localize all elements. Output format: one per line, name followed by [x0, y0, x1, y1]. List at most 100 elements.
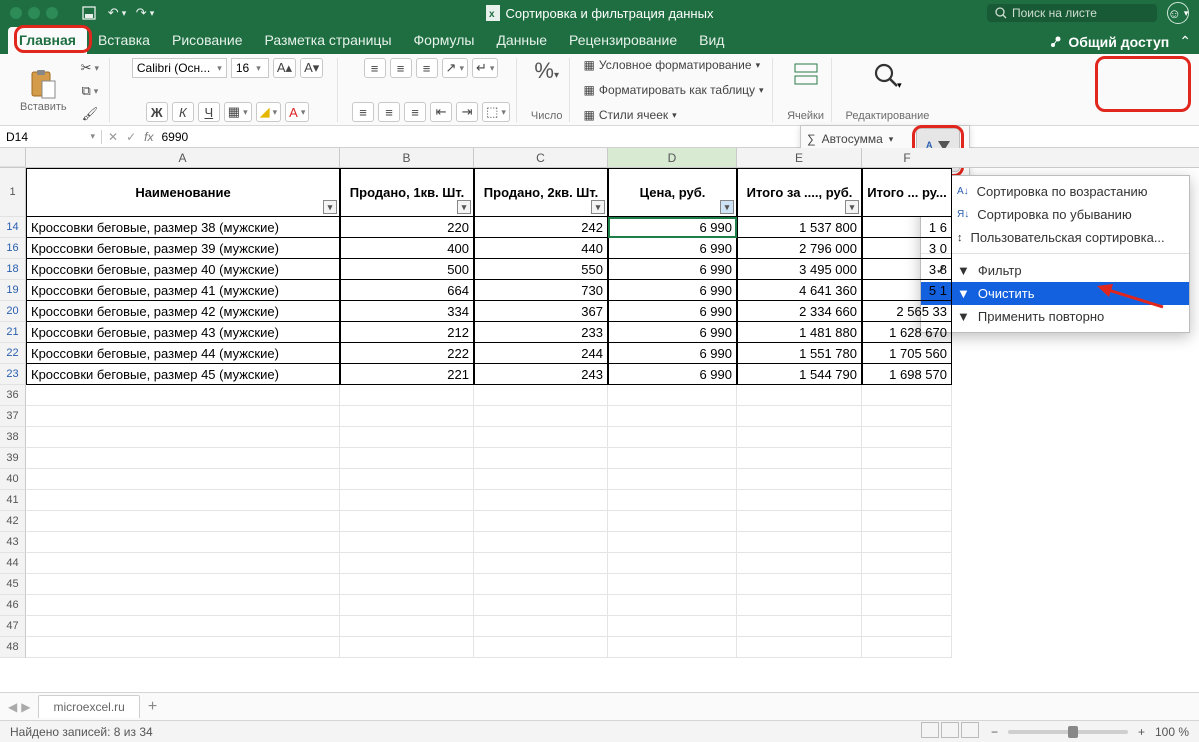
row-head[interactable]: 18 [0, 259, 26, 280]
cell[interactable] [862, 532, 952, 553]
cell[interactable]: 1 481 880 [737, 322, 862, 343]
tab-page-layout[interactable]: Разметка страницы [254, 27, 403, 54]
cell[interactable]: 367 [474, 301, 608, 322]
cell[interactable] [26, 490, 340, 511]
cell[interactable]: 221 [340, 364, 474, 385]
sheet-tab-1[interactable]: microexcel.ru [38, 695, 139, 718]
cell[interactable] [608, 553, 737, 574]
cell[interactable] [862, 490, 952, 511]
row-head[interactable]: 21 [0, 322, 26, 343]
add-sheet-button[interactable]: + [148, 698, 157, 716]
cell[interactable] [26, 511, 340, 532]
row-head[interactable]: 19 [0, 280, 26, 301]
profile-button[interactable]: ☺ [1167, 2, 1189, 24]
cell[interactable]: 440 [474, 238, 608, 259]
cell[interactable] [862, 637, 952, 658]
cell[interactable] [608, 385, 737, 406]
cell[interactable]: Кроссовки беговые, размер 42 (мужские) [26, 301, 340, 322]
header-total1[interactable]: Итого за ...., руб.▾ [737, 168, 862, 217]
align-right-icon[interactable]: ≡ [404, 102, 426, 122]
cell[interactable] [26, 574, 340, 595]
cell[interactable] [608, 511, 737, 532]
cell[interactable] [26, 469, 340, 490]
cell[interactable]: Кроссовки беговые, размер 44 (мужские) [26, 343, 340, 364]
col-B[interactable]: B [340, 148, 474, 167]
cell[interactable] [26, 406, 340, 427]
cell[interactable] [340, 574, 474, 595]
cell[interactable] [862, 574, 952, 595]
filter-button-A[interactable]: ▾ [323, 200, 337, 214]
cell[interactable]: 243 [474, 364, 608, 385]
cell[interactable] [474, 616, 608, 637]
cell[interactable] [737, 469, 862, 490]
format-painter-icon[interactable]: 🖌 [77, 104, 103, 124]
cell[interactable]: 1 551 780 [737, 343, 862, 364]
redo-icon[interactable]: ↷ [134, 3, 156, 23]
cell[interactable]: 730 [474, 280, 608, 301]
increase-font-icon[interactable]: A▴ [273, 58, 296, 78]
cell[interactable] [340, 406, 474, 427]
percent-icon[interactable]: %▾ [534, 58, 559, 84]
cell[interactable] [862, 448, 952, 469]
cell[interactable] [737, 448, 862, 469]
sheet-nav[interactable]: ◀▶ [8, 700, 30, 714]
cell[interactable] [737, 595, 862, 616]
cell[interactable] [608, 574, 737, 595]
cell[interactable]: Кроссовки беговые, размер 38 (мужские) [26, 217, 340, 238]
tab-formulas[interactable]: Формулы [403, 27, 486, 54]
cell[interactable]: 212 [340, 322, 474, 343]
select-all[interactable] [0, 148, 26, 167]
cell[interactable] [862, 553, 952, 574]
confirm-icon[interactable]: ✓ [126, 130, 136, 144]
italic-icon[interactable]: К [172, 102, 194, 122]
tab-data[interactable]: Данные [485, 27, 558, 54]
collapse-ribbon-icon[interactable]: ⌃ [1179, 33, 1191, 50]
row-head[interactable]: 37 [0, 406, 26, 427]
tab-view[interactable]: Вид [688, 27, 735, 54]
row-head[interactable]: 14 [0, 217, 26, 238]
font-size-select[interactable]: 16 [231, 58, 269, 78]
tab-draw[interactable]: Рисование [161, 27, 254, 54]
cell[interactable] [608, 637, 737, 658]
cell[interactable] [474, 385, 608, 406]
filter-button-C[interactable]: ▾ [591, 200, 605, 214]
cut-icon[interactable]: ✂ [77, 58, 103, 78]
row-head[interactable]: 20 [0, 301, 26, 322]
cell[interactable]: 400 [340, 238, 474, 259]
cell[interactable]: Кроссовки беговые, размер 40 (мужские) [26, 259, 340, 280]
cell[interactable]: 222 [340, 343, 474, 364]
decrease-font-icon[interactable]: A▾ [300, 58, 323, 78]
bold-icon[interactable]: Ж [146, 102, 168, 122]
row-head[interactable]: 22 [0, 343, 26, 364]
cell[interactable] [26, 427, 340, 448]
cell[interactable] [340, 553, 474, 574]
header-price[interactable]: Цена, руб.▾ [608, 168, 737, 217]
align-middle-icon[interactable]: ≡ [390, 58, 412, 78]
cell[interactable] [737, 616, 862, 637]
cell[interactable] [862, 616, 952, 637]
align-left-icon[interactable]: ≡ [352, 102, 374, 122]
cell[interactable] [608, 595, 737, 616]
cell[interactable] [608, 406, 737, 427]
cell[interactable]: Кроссовки беговые, размер 43 (мужские) [26, 322, 340, 343]
paste-button[interactable]: Вставить [14, 65, 73, 117]
save-icon[interactable] [78, 3, 100, 23]
cell[interactable] [340, 469, 474, 490]
zoom-out[interactable]: − [991, 725, 998, 739]
cell[interactable] [474, 490, 608, 511]
cell[interactable] [862, 511, 952, 532]
cell[interactable]: 500 [340, 259, 474, 280]
cell[interactable] [474, 448, 608, 469]
row-head[interactable]: 44 [0, 553, 26, 574]
cell[interactable]: 550 [474, 259, 608, 280]
row-head[interactable]: 43 [0, 532, 26, 553]
cell[interactable] [340, 385, 474, 406]
header-q1[interactable]: Продано, 1кв. Шт.▾ [340, 168, 474, 217]
search-input[interactable]: Поиск на листе [987, 4, 1157, 22]
cell[interactable] [340, 595, 474, 616]
cell[interactable] [340, 532, 474, 553]
cell[interactable]: 664 [340, 280, 474, 301]
cell[interactable] [608, 490, 737, 511]
cell[interactable]: 233 [474, 322, 608, 343]
row-head[interactable]: 42 [0, 511, 26, 532]
